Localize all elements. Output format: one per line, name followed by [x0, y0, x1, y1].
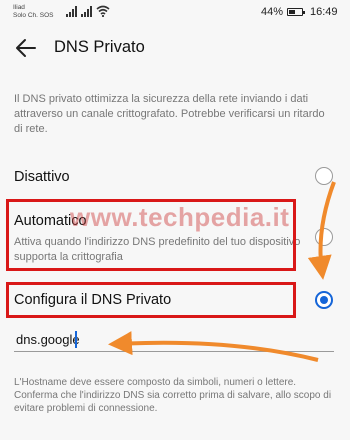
- radio-disattivo[interactable]: [315, 167, 333, 185]
- description-text: Il DNS privato ottimizza la sicurezza de…: [14, 93, 325, 135]
- option-title: Disattivo: [14, 169, 70, 185]
- radio-automatico[interactable]: [315, 228, 333, 246]
- page-title: DNS Privato: [54, 38, 145, 56]
- option-configura[interactable]: Configura il DNS Privato: [0, 284, 350, 318]
- hostname-input[interactable]: [14, 328, 334, 352]
- status-bar: Iliad Solo Ch. SOS 44% 16:49: [0, 0, 350, 26]
- signal-icon: [66, 6, 77, 17]
- radio-configura[interactable]: [315, 291, 333, 309]
- option-disattivo[interactable]: Disattivo: [0, 160, 350, 194]
- option-automatico[interactable]: Automatico Attiva quando l'indirizzo DNS…: [0, 204, 350, 268]
- signal-icon-2: [81, 6, 92, 17]
- hostname-hint: L'Hostname deve essere composto da simbo…: [14, 377, 332, 414]
- back-button[interactable]: [14, 36, 38, 60]
- text-cursor: [75, 331, 77, 348]
- option-title: Automatico: [14, 213, 87, 229]
- option-subtitle: Attiva quando l'indirizzo DNS predefinit…: [14, 236, 301, 263]
- carrier-label: Iliad Solo Ch. SOS: [13, 4, 54, 19]
- battery-icon: [287, 8, 305, 16]
- arrow-left-icon: [16, 39, 36, 57]
- clock: 16:49: [310, 6, 338, 18]
- wifi-icon: [96, 5, 110, 17]
- toolbar: DNS Privato: [0, 26, 350, 70]
- battery-percent: 44%: [261, 6, 284, 18]
- option-title: Configura il DNS Privato: [14, 292, 172, 308]
